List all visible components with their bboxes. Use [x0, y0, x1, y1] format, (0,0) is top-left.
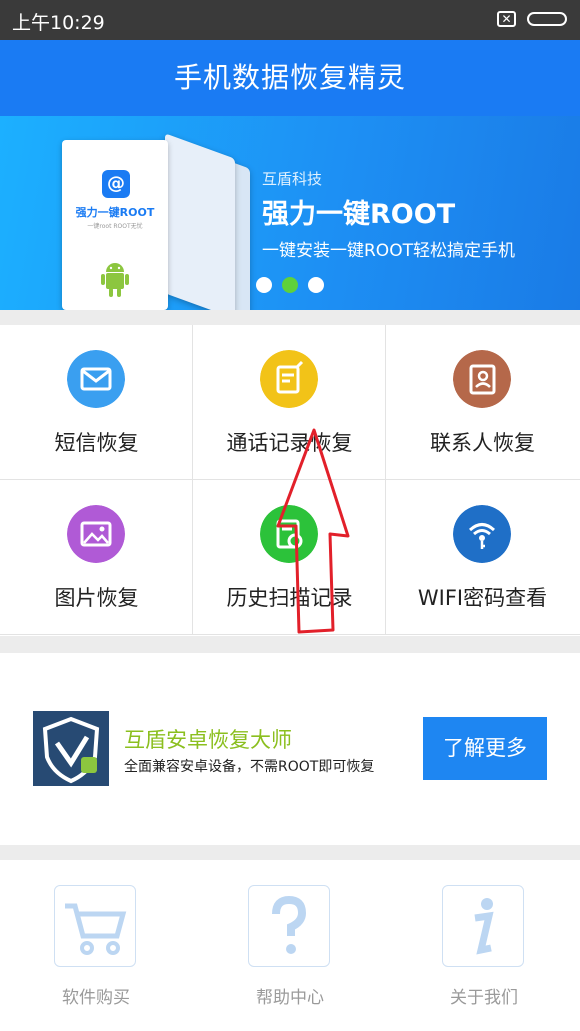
promo-description: 全面兼容安卓设备，不需ROOT即可恢复 [124, 759, 375, 775]
phone-screen-subtitle: 一键root ROOT无忧 [87, 223, 143, 230]
recovery-master-logo-icon [33, 711, 109, 786]
footer-nav: 软件购买 帮助中心 关于我们 [0, 860, 580, 1031]
learn-more-button[interactable]: 了解更多 [423, 717, 547, 780]
nav-help-center[interactable]: 帮助中心 [210, 885, 370, 1015]
nav-label: 软件购买 [62, 988, 130, 1008]
phone-illustration: @ 强力一键ROOT 一键root ROOT无忧 [62, 140, 168, 310]
nav-about-us[interactable]: 关于我们 [404, 885, 564, 1015]
page-title: 手机数据恢复精灵 [173, 61, 406, 94]
banner-brand: 互盾科技 [262, 170, 323, 188]
status-time: 上午10:29 [12, 12, 105, 34]
banner-headline: 强力一键ROOT [262, 199, 456, 230]
feature-label: 历史扫描记录 [226, 586, 353, 610]
image-icon [67, 505, 125, 563]
nav-label: 关于我们 [450, 988, 518, 1008]
phone-illustration-middle [165, 133, 235, 310]
promo-card: 互盾安卓恢复大师 全面兼容安卓设备，不需ROOT即可恢复 了解更多 [0, 653, 580, 845]
feature-call-log-recovery[interactable]: 通话记录恢复 [193, 325, 386, 480]
android-robot-icon [101, 263, 129, 297]
promo-title: 互盾安卓恢复大师 [124, 728, 292, 752]
nav-label: 帮助中心 [256, 988, 324, 1008]
feature-sms-recovery[interactable]: 短信恢复 [0, 325, 193, 480]
no-sim-icon: ✕ [497, 11, 516, 27]
status-bar: 上午10:29 ✕ [0, 0, 580, 40]
feature-label: 联系人恢复 [430, 431, 535, 455]
feature-label: 图片恢复 [54, 586, 139, 610]
feature-wifi-password[interactable]: WIFI密码查看 [386, 480, 580, 635]
banner-dot[interactable] [256, 277, 272, 293]
feature-scan-history[interactable]: 历史扫描记录 [193, 480, 386, 635]
app-title-bar: 手机数据恢复精灵 [0, 40, 580, 116]
nav-buy-software[interactable]: 软件购买 [16, 885, 176, 1015]
wifi-key-icon [453, 505, 511, 563]
banner-subline: 一键安装一键ROOT轻松搞定手机 [262, 241, 515, 261]
feature-label: 短信恢复 [54, 431, 139, 455]
phone-screen-title: 强力一键ROOT [75, 206, 155, 219]
banner-dot[interactable] [308, 277, 324, 293]
info-icon [442, 885, 524, 967]
contacts-icon [453, 350, 511, 408]
root-app-logo-icon: @ [102, 170, 130, 198]
call-log-icon [260, 350, 318, 408]
battery-icon [527, 12, 567, 26]
feature-photo-recovery[interactable]: 图片恢复 [0, 480, 193, 635]
help-icon [248, 885, 330, 967]
scan-history-icon [260, 505, 318, 563]
feature-label: WIFI密码查看 [417, 586, 548, 610]
promo-banner[interactable]: @ 强力一键ROOT 一键root ROOT无忧 互盾科技 强力一键ROOT 一… [0, 116, 580, 310]
feature-contacts-recovery[interactable]: 联系人恢复 [386, 325, 580, 480]
feature-label: 通话记录恢复 [226, 431, 353, 455]
feature-grid: 短信恢复 通话记录恢复 联系人恢复 图片恢复 历史扫描记录 WIFI密码查看 [0, 325, 580, 636]
banner-dot-active[interactable] [282, 277, 298, 293]
cart-icon [54, 885, 136, 967]
envelope-icon [67, 350, 125, 408]
